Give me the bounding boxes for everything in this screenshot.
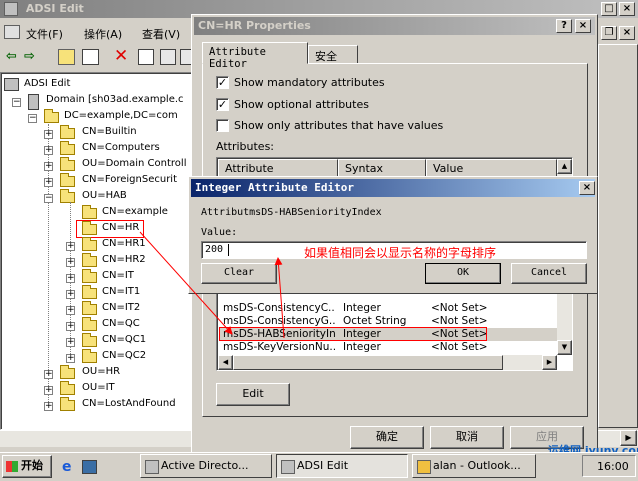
taskbar-button-ad[interactable]: Active Directo... (140, 454, 272, 478)
desktop-icon[interactable] (82, 460, 97, 474)
app-icon (145, 460, 159, 474)
arrow-row-to-value (274, 257, 285, 339)
start-label: 开始 (21, 459, 43, 472)
taskbar-button-label: alan - Outlook... (433, 459, 521, 472)
taskbar-button-outlook[interactable]: alan - Outlook... (412, 454, 536, 478)
app-icon (417, 460, 431, 474)
taskbar-button-adsi[interactable]: ADSI Edit (276, 454, 408, 478)
app-icon (281, 460, 295, 474)
start-button[interactable]: 开始 (2, 455, 52, 478)
ie-icon[interactable]: e (62, 459, 72, 475)
taskbar-button-label: ADSI Edit (297, 459, 349, 472)
tab-label: Attribute Editor (209, 46, 266, 70)
taskbar-button-label: Active Directo... (161, 459, 249, 472)
arrow-tree-to-row (139, 231, 233, 335)
annotation-arrows (139, 231, 285, 339)
tab-attribute-editor[interactable]: Attribute Editor (202, 42, 308, 70)
system-tray: 16:00 (582, 455, 636, 477)
windows-logo-icon (6, 461, 18, 472)
clock[interactable]: 16:00 (597, 460, 629, 473)
